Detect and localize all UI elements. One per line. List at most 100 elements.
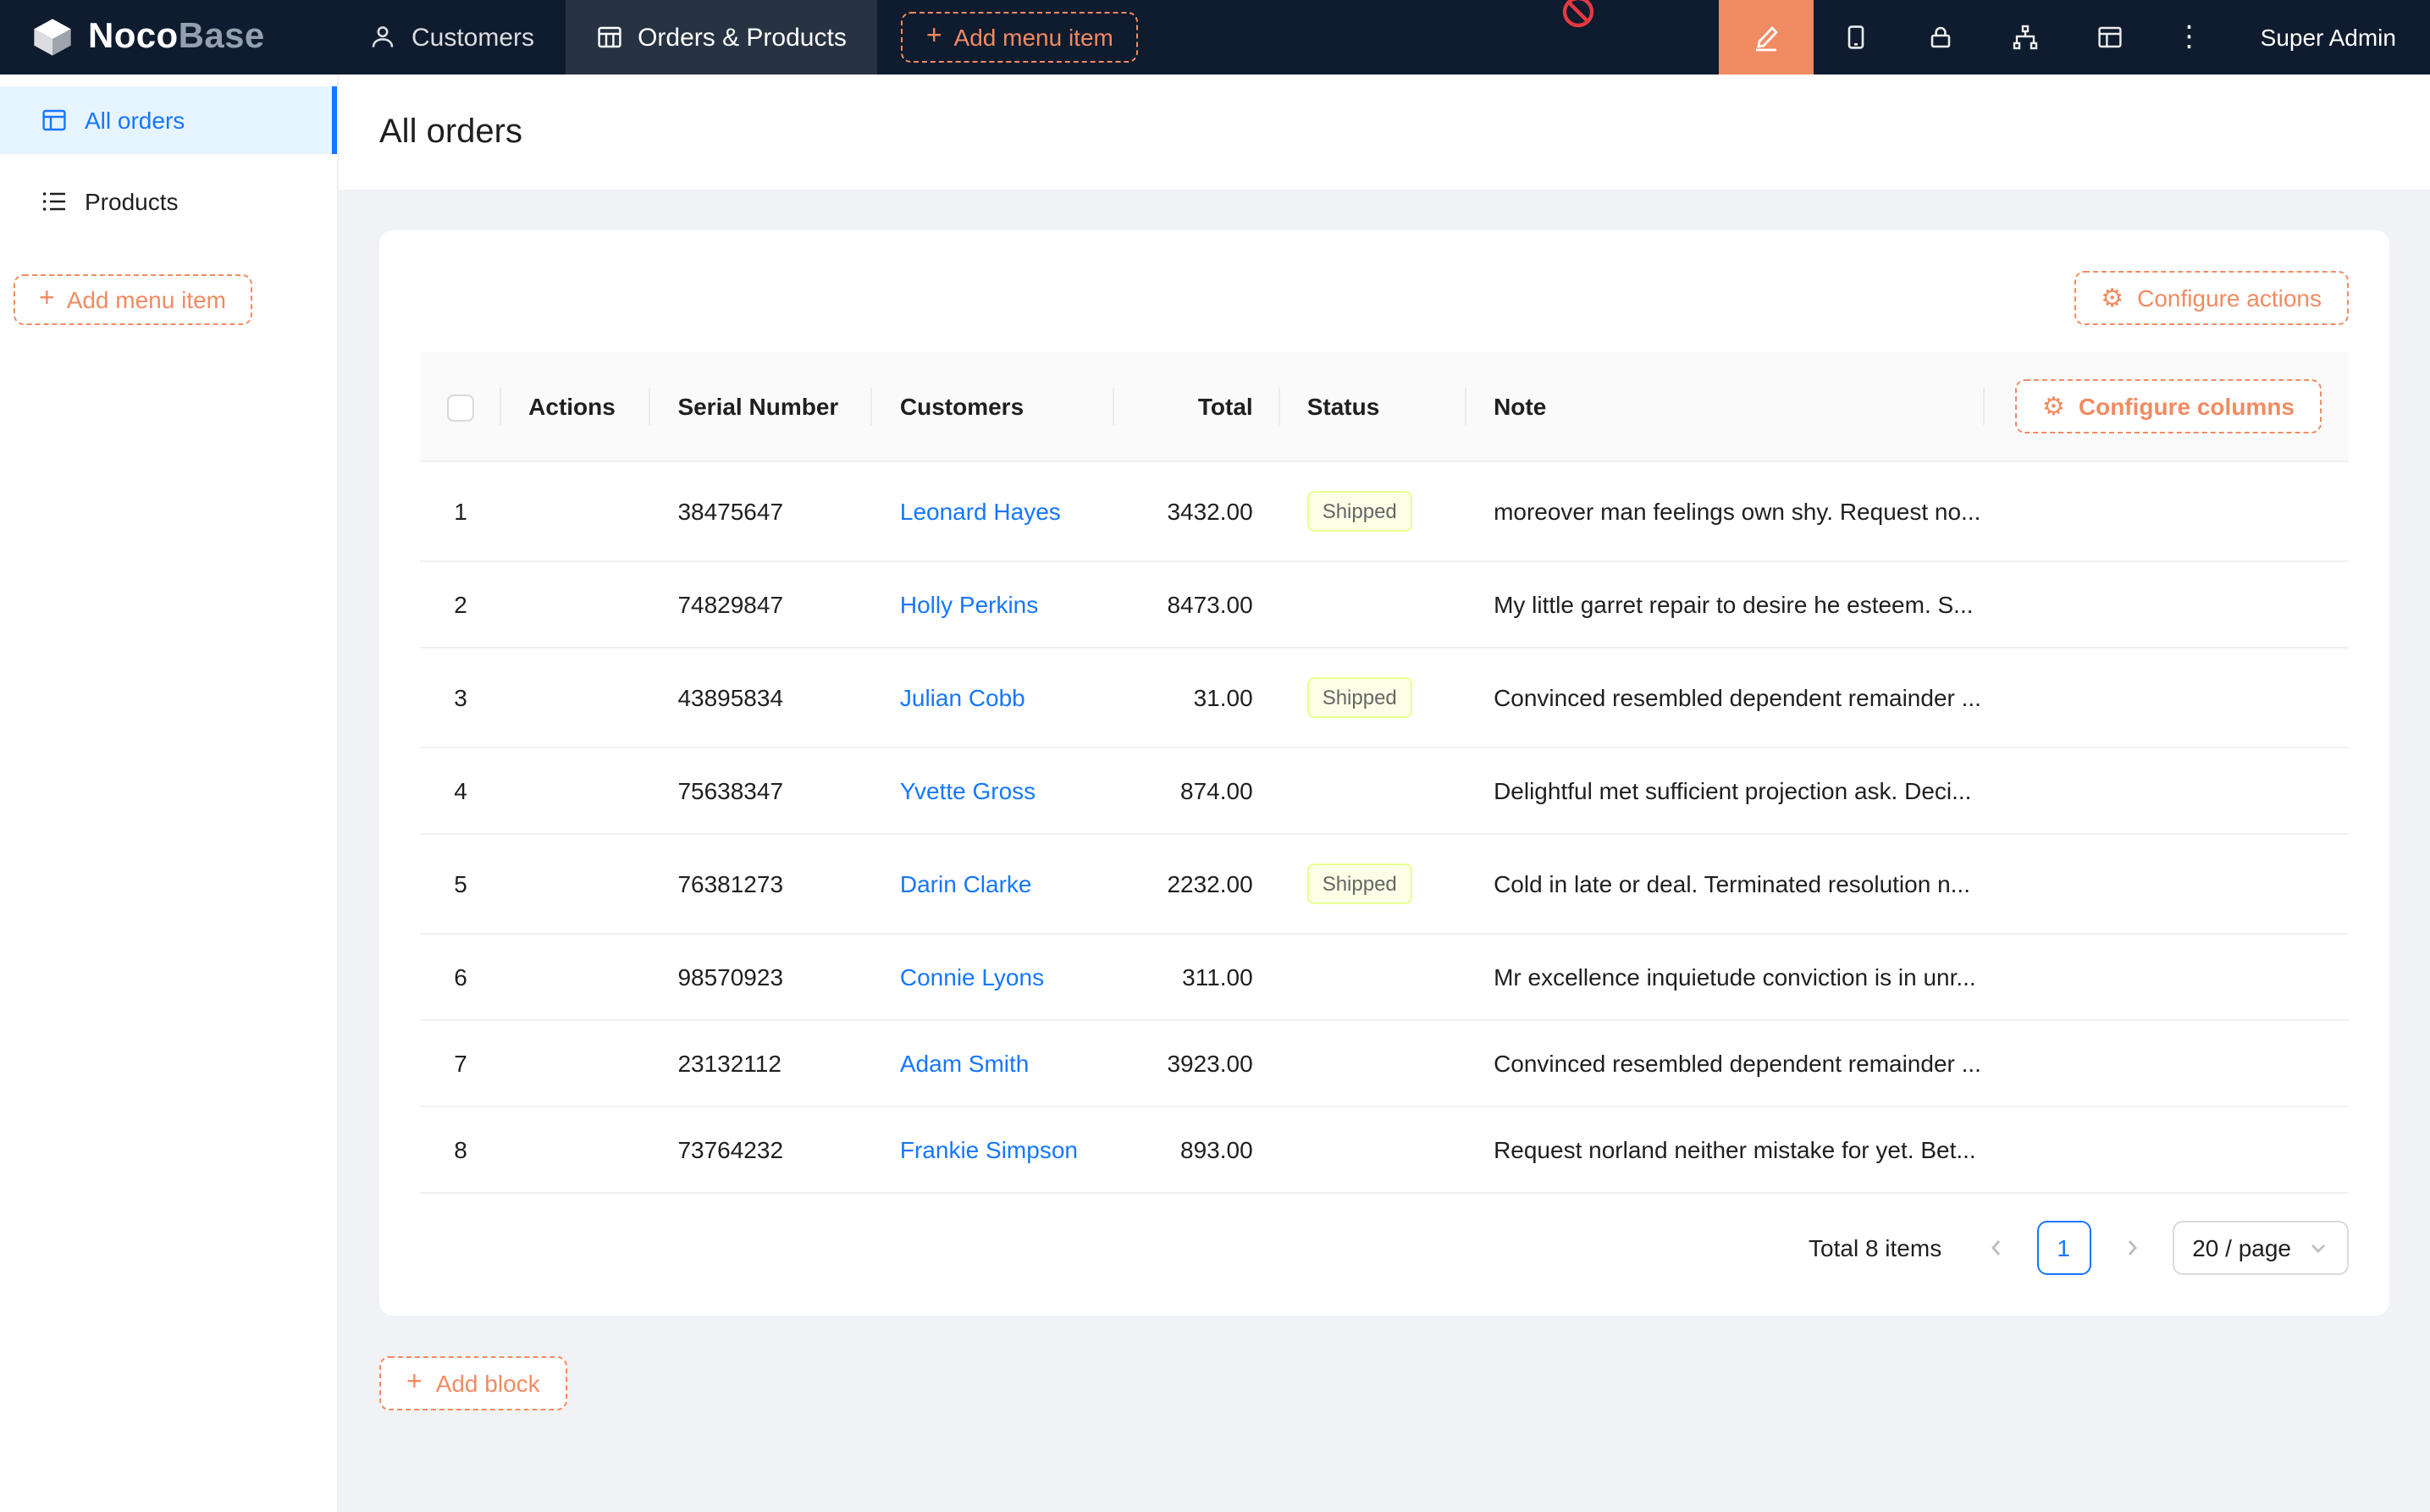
customer-link[interactable]: Yvette Gross <box>900 777 1036 804</box>
select-all-header-cell <box>420 352 501 461</box>
row-actions-cell <box>501 1020 650 1106</box>
ui-editor-button[interactable] <box>1719 0 1814 74</box>
sidebar-item-all-orders[interactable]: All orders <box>0 86 337 154</box>
row-index: 1 <box>420 461 501 561</box>
table-row: 698570923Connie Lyons311.00Mr excellence… <box>420 934 2349 1020</box>
topbar-add-menu-item-button[interactable]: + Add menu item <box>901 12 1139 63</box>
pagination-page-1[interactable]: 1 <box>2036 1221 2090 1275</box>
page-title: All orders <box>379 113 522 152</box>
customer-link[interactable]: Adam Smith <box>900 1050 1030 1077</box>
pagination-next-button[interactable] <box>2104 1221 2158 1275</box>
orders-table-block: ⚙ Configure actions <box>379 230 2389 1316</box>
pagination-total: Total 8 items <box>1809 1234 1941 1261</box>
note-cell: Delightful met sufficient projection ask… <box>1466 748 1984 834</box>
customer-link[interactable]: Connie Lyons <box>900 963 1044 991</box>
status-cell <box>1280 561 1466 648</box>
total-cell: 2232.00 <box>1113 834 1279 934</box>
page-size-select[interactable]: 20 / page <box>2172 1221 2349 1275</box>
configure-columns-label: Configure columns <box>2079 393 2295 420</box>
row-actions-cell <box>501 461 650 561</box>
more-actions-button[interactable]: ⋮ <box>2152 0 2227 74</box>
top-menu-item-orders-products[interactable]: Orders & Products <box>565 0 877 74</box>
total-cell: 8473.00 <box>1113 561 1279 648</box>
table-row: 138475647Leonard Hayes3432.00Shippedmore… <box>420 461 2349 561</box>
total-cell: 893.00 <box>1113 1106 1279 1193</box>
table-icon <box>595 24 622 51</box>
top-navigation-bar: NocoBase Customers Orders & Products <box>0 0 2430 74</box>
customer-link[interactable]: Frankie Simpson <box>900 1136 1078 1163</box>
prohibition-icon <box>1561 0 1595 37</box>
column-header-status: Status <box>1280 352 1466 461</box>
row-actions-cell <box>501 561 650 648</box>
mobile-client-button[interactable] <box>1814 0 1898 74</box>
sidebar-add-menu-item-button[interactable]: + Add menu item <box>14 274 251 325</box>
total-cell: 3923.00 <box>1113 1020 1279 1106</box>
row-actions-cell <box>501 934 650 1020</box>
chevron-down-icon <box>2308 1238 2328 1258</box>
column-header-customers: Customers <box>873 352 1113 461</box>
customer-cell: Holly Perkins <box>873 561 1113 648</box>
orders-table: Actions Serial Number Customers Total St… <box>420 352 2349 1194</box>
topbar-right-actions: ⋮ Super Admin <box>1719 0 2430 74</box>
customer-link[interactable]: Leonard Hayes <box>900 498 1061 525</box>
sidebar: All orders Products + Add menu item <box>0 74 339 1512</box>
select-all-checkbox[interactable] <box>447 394 474 421</box>
status-cell: Shipped <box>1280 834 1466 934</box>
note-cell: Request norland neither mistake for yet.… <box>1466 1106 1984 1193</box>
page-content: ⚙ Configure actions <box>339 190 2430 1512</box>
apartment-icon <box>2012 24 2039 51</box>
config-column-spacer <box>1984 1020 2349 1106</box>
access-control-button[interactable] <box>1898 0 1983 74</box>
page-header: All orders <box>339 74 2430 190</box>
row-index: 2 <box>420 561 501 648</box>
customer-cell: Yvette Gross <box>873 748 1113 834</box>
status-cell <box>1280 1106 1466 1193</box>
plugin-manager-button[interactable] <box>2068 0 2152 74</box>
table-header-row: Actions Serial Number Customers Total St… <box>420 352 2349 461</box>
customer-link[interactable]: Julian Cobb <box>900 684 1025 711</box>
note-cell: Convinced resembled dependent remainder … <box>1466 1020 1984 1106</box>
config-column-spacer <box>1984 561 2349 648</box>
topbar-add-menu-item-label: Add menu item <box>954 24 1113 51</box>
row-actions-cell <box>501 748 650 834</box>
customer-cell: Frankie Simpson <box>873 1106 1113 1193</box>
customer-cell: Connie Lyons <box>873 934 1113 1020</box>
total-cell: 874.00 <box>1113 748 1279 834</box>
customer-cell: Leonard Hayes <box>873 461 1113 561</box>
mobile-icon <box>1842 24 1869 51</box>
config-column-spacer <box>1984 648 2349 748</box>
sidebar-item-label: Products <box>85 188 179 215</box>
note-cell: My little garret repair to desire he est… <box>1466 561 1984 648</box>
nocobase-logo[interactable]: NocoBase <box>0 0 339 74</box>
logo-text-base: Base <box>179 17 265 58</box>
config-column-spacer <box>1984 1106 2349 1193</box>
plus-icon: + <box>39 286 55 313</box>
serial-number-cell: 98570923 <box>650 934 872 1020</box>
customer-link[interactable]: Darin Clarke <box>900 870 1032 897</box>
add-block-button[interactable]: + Add block <box>379 1356 567 1410</box>
status-cell: Shipped <box>1280 648 1466 748</box>
column-header-total: Total <box>1113 352 1279 461</box>
configure-columns-button[interactable]: ⚙ Configure columns <box>2015 379 2322 433</box>
top-menu-item-customers[interactable]: Customers <box>339 0 565 74</box>
orders-table-body: 138475647Leonard Hayes3432.00Shippedmore… <box>420 461 2349 1193</box>
plus-icon: + <box>406 1370 422 1397</box>
plus-icon: + <box>926 24 942 51</box>
gear-icon: ⚙ <box>2101 285 2123 311</box>
configure-actions-label: Configure actions <box>2137 284 2322 312</box>
column-header-serial-number: Serial Number <box>650 352 872 461</box>
customer-link[interactable]: Holly Perkins <box>900 591 1038 618</box>
row-actions-cell <box>501 648 650 748</box>
sidebar-item-products[interactable]: Products <box>0 168 337 235</box>
total-cell: 311.00 <box>1113 934 1279 1020</box>
layout-icon <box>2096 24 2123 51</box>
config-column-spacer <box>1984 934 2349 1020</box>
pagination-prev-button[interactable] <box>1969 1221 2023 1275</box>
status-cell <box>1280 934 1466 1020</box>
main-area: All orders ⚙ Configure actions <box>339 74 2430 1512</box>
configure-actions-button[interactable]: ⚙ Configure actions <box>2074 271 2349 325</box>
note-cell: Mr excellence inquietude conviction is i… <box>1466 934 1984 1020</box>
serial-number-cell: 75638347 <box>650 748 872 834</box>
api-workflow-button[interactable] <box>1983 0 2068 74</box>
user-menu[interactable]: Super Admin <box>2227 0 2430 74</box>
